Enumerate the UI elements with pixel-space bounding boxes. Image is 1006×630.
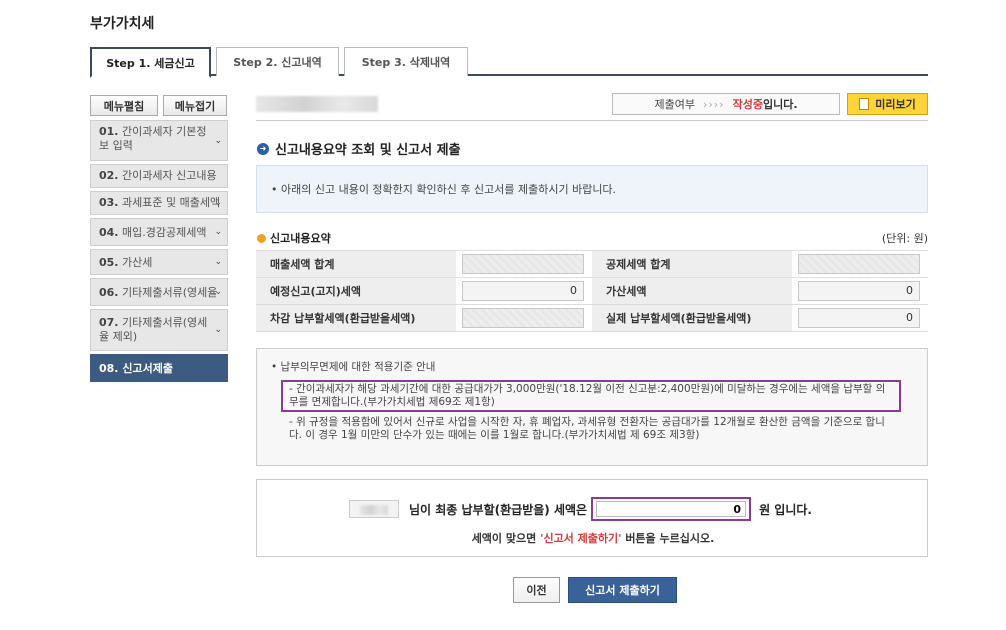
bullet-icon: [257, 233, 266, 243]
tab-step1[interactable]: Step 1. 세금신고: [90, 47, 211, 78]
sidebar-item-label: 신고서제출: [122, 362, 173, 375]
table-row: 예정신고(고지)세액 0 가산세액 0: [256, 277, 928, 305]
sidebar-item-01[interactable]: 01. 간이과세자 기본정보 입력 ⌄: [90, 120, 228, 161]
submit-return-button[interactable]: 신고서 제출하기: [568, 577, 677, 603]
final-note-post: 버튼을 누르십시오.: [621, 532, 715, 545]
final-tax-field-wrapper: [591, 497, 752, 521]
prepaid-tax-value: 0: [462, 281, 584, 301]
penalty-tax-value: 0: [798, 281, 920, 301]
sidebar-item-03[interactable]: 03. 과세표준 및 매출세액 ⌄: [90, 191, 228, 215]
table-header-cell: 공제세액 합계: [592, 250, 792, 278]
actual-payable-value: 0: [798, 308, 920, 328]
sidebar-item-label: 가산세: [122, 256, 153, 269]
menu-collapse-button[interactable]: 메뉴접기: [163, 95, 227, 116]
table-row: 매출세액 합계 공제세액 합계: [256, 250, 928, 278]
final-note: 세액이 맞으면 '신고서 제출하기' 버튼을 누르십시오.: [257, 530, 929, 546]
status-suffix: 입니다.: [762, 98, 798, 111]
side-menu: 01. 간이과세자 기본정보 입력 ⌄ 02. 간이과세자 신고내용 03. 과…: [90, 120, 228, 385]
table-row: 차감 납부할세액(환급받을세액) 실제 납부할세액(환급받을세액) 0: [256, 304, 928, 332]
chevron-down-icon: ⌄: [214, 287, 222, 297]
final-amount-box: 님이 최종 납부할(환급받을) 세액은 원 입니다. 세액이 맞으면 '신고서 …: [256, 479, 928, 557]
table-header-cell: 가산세액: [592, 277, 792, 305]
status-state: 작성중: [732, 98, 763, 111]
unit-label: (단위: 원): [881, 232, 928, 245]
preview-button[interactable]: 미리보기: [847, 93, 928, 115]
sidebar-item-05[interactable]: 05. 가산세 ⌄: [90, 249, 228, 275]
sidebar-item-08[interactable]: 08. 신고서제출: [90, 354, 228, 382]
action-buttons: 이전 신고서 제출하기: [513, 577, 677, 603]
sidebar-item-num: 03.: [99, 196, 119, 209]
side-menu-controls: 메뉴펼침 메뉴접기: [90, 95, 228, 116]
sidebar-item-num: 04.: [99, 226, 119, 239]
sidebar-item-num: 02.: [99, 169, 119, 182]
sidebar-item-04[interactable]: 04. 매입.경감공제세액 ⌄: [90, 218, 228, 246]
redacted-user-name: [349, 500, 399, 518]
chevron-down-icon: ⌄: [214, 135, 222, 146]
sidebar-item-02[interactable]: 02. 간이과세자 신고내용: [90, 164, 228, 188]
final-text-1: 님이 최종 납부할(환급받을) 세액은: [409, 502, 588, 517]
sidebar-item-num: 01.: [99, 125, 119, 138]
sidebar-item-num: 06.: [99, 286, 119, 299]
page-title: 부가가치세: [90, 16, 155, 32]
sidebar-item-label: 과세표준 및 매출세액: [122, 196, 221, 209]
sidebar-item-num: 07.: [99, 316, 119, 329]
final-amount-line: 님이 최종 납부할(환급받을) 세액은 원 입니다.: [349, 497, 812, 521]
final-tax-amount-input[interactable]: [596, 501, 747, 517]
net-payable-value: [462, 308, 584, 328]
document-icon: [859, 98, 870, 110]
step-tabs: Step 1. 세금신고 Step 2. 신고내역 Step 3. 삭제내역: [90, 47, 928, 78]
menu-expand-button[interactable]: 메뉴펼침: [90, 95, 158, 116]
sidebar-item-num: 05.: [99, 256, 119, 269]
prev-button[interactable]: 이전: [513, 577, 560, 603]
exemption-rules-box: • 납부의무면제에 대한 적용기준 안내 - 간이과세자가 해당 과세기간에 대…: [256, 348, 928, 466]
summary-table: 매출세액 합계 공제세액 합계 예정신고(고지)세액 0 가산세액 0 차감 납…: [256, 250, 928, 332]
tab-step3[interactable]: Step 3. 삭제내역: [344, 47, 468, 76]
rules-item-2: - 위 규정을 적용함에 있어서 신규로 사업을 시작한 자, 휴 폐업자, 과…: [289, 416, 885, 441]
sales-tax-total-value: [462, 254, 584, 274]
section-title-text: 신고내용요약 조회 및 신고서 제출: [275, 143, 461, 158]
divider: [256, 120, 928, 121]
arrow-circle-icon: ➜: [257, 142, 269, 155]
rules-title: • 납부의무면제에 대한 적용기준 안내: [271, 361, 436, 373]
section-title: ➜ 신고내용요약 조회 및 신고서 제출: [257, 139, 461, 158]
deduction-total-value: [798, 254, 920, 274]
table-header-cell: 매출세액 합계: [256, 250, 456, 278]
notice-box: • 아래의 신고 내용이 정확한지 확인하신 후 신고서를 제출하시기 바랍니다…: [256, 165, 928, 213]
sidebar-item-06[interactable]: 06. 기타제출서류(영세율 ⌄: [90, 278, 228, 306]
chevron-down-icon: ⌄: [214, 257, 222, 267]
summary-title: 신고내용요약: [257, 230, 331, 246]
sidebar-item-label: 간이과세자 신고내용: [122, 169, 217, 182]
sidebar-item-num: 08.: [99, 362, 119, 375]
tab-step2[interactable]: Step 2. 신고내역: [216, 47, 339, 76]
rules-item-1: - 간이과세자가 해당 과세기간에 대한 공급대가가 3,000만원('18.1…: [281, 380, 901, 412]
final-text-2: 원 입니다.: [759, 502, 812, 517]
preview-label: 미리보기: [875, 98, 916, 111]
submission-status: 제출여부 ›››› 작성중 입니다.: [612, 93, 840, 115]
arrows-icon: ››››: [702, 97, 725, 111]
sidebar-item-07[interactable]: 07. 기타제출서류(영세율 제외) ⌄: [90, 309, 228, 351]
redacted-name: [256, 96, 378, 112]
table-header-cell: 실제 납부할세액(환급받을세액): [592, 304, 792, 332]
status-label: 제출여부: [654, 98, 695, 111]
chevron-down-icon: ⌄: [214, 325, 222, 335]
final-note-pre: 세액이 맞으면: [471, 532, 541, 545]
sidebar-item-label: 기타제출서류(영세율: [122, 286, 218, 299]
chevron-down-icon: ⌄: [214, 227, 222, 237]
final-note-highlight: '신고서 제출하기': [540, 532, 622, 545]
table-header-cell: 차감 납부할세액(환급받을세액): [256, 304, 456, 332]
table-header-cell: 예정신고(고지)세액: [256, 277, 456, 305]
sidebar-item-label: 매입.경감공제세액: [122, 226, 207, 239]
chevron-down-icon: ⌄: [214, 198, 222, 208]
summary-title-text: 신고내용요약: [270, 232, 331, 245]
